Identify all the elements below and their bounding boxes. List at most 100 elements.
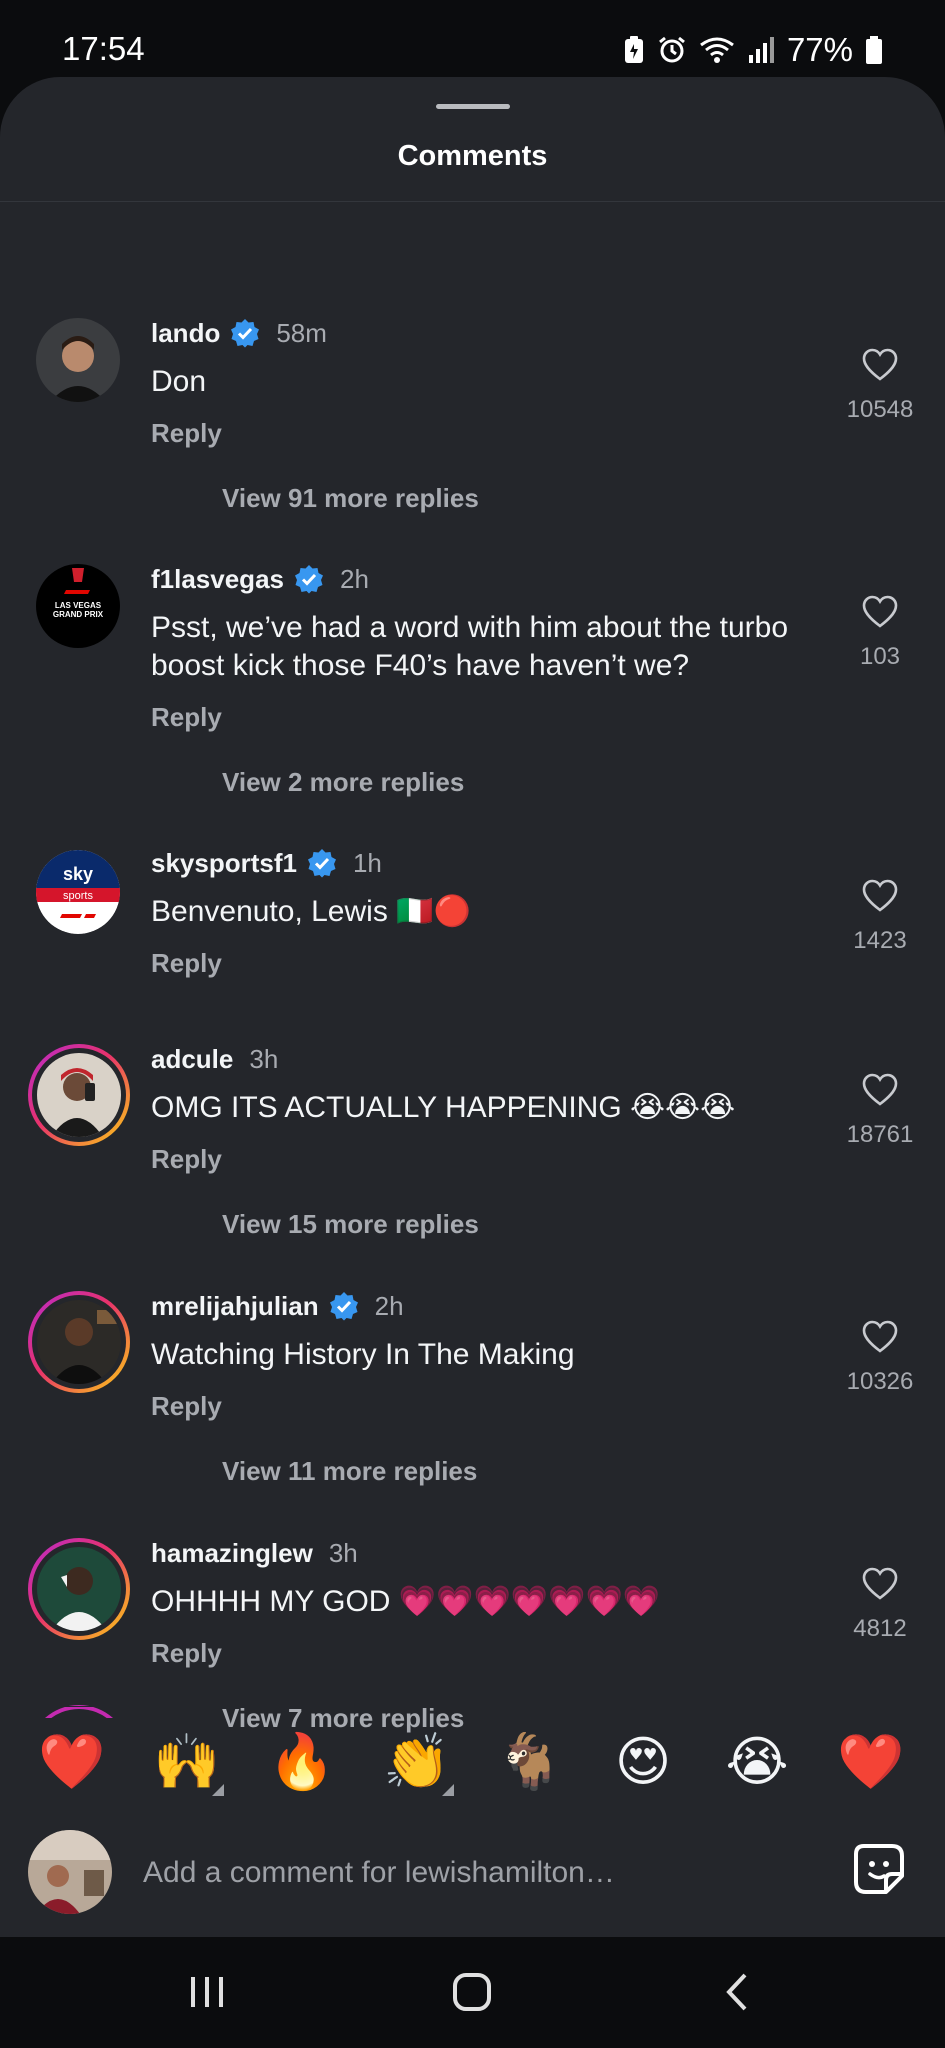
comment-header: lando 58m [151,316,327,350]
like-button[interactable]: 10548 [830,348,930,424]
reaction-fire[interactable]: 🔥 [257,1712,347,1812]
comment-time: 3h [328,1537,358,1568]
avatar-text-bottom: sports [63,890,93,902]
comment-username[interactable]: hamazinglew [151,1538,313,1569]
reply-button[interactable]: Reply [151,702,222,733]
like-button[interactable]: 4812 [830,1567,930,1643]
system-nav-bar [0,1937,945,2048]
reply-button[interactable]: Reply [151,948,222,979]
status-time: 17:54 [62,30,145,67]
comment-text: Don [151,365,207,398]
recent-apps-icon[interactable] [177,1967,237,2017]
quick-reactions: ❤️ 🙌 🔥 👏 🐐 😍 😭 ❤️ [0,1712,945,1812]
reaction-heart[interactable]: ❤️ [27,1712,117,1812]
avatar-text-top: sky [63,864,93,884]
comment-time: 2h [339,563,369,594]
comment-input[interactable] [143,1848,793,1898]
avatar [37,1053,121,1137]
comment-username[interactable]: lando [151,318,220,349]
avatar-story-ring[interactable] [28,1291,130,1393]
avatar-story-ring[interactable] [28,1044,130,1146]
comment-header: skysportsf1 1h [151,846,382,880]
avatar[interactable]: sky sports [36,850,120,934]
verified-badge-icon [307,849,336,878]
avatar[interactable]: LAS VEGAS GRAND PRIX [36,564,120,648]
comment-time: 2h [374,1290,404,1321]
verified-badge-icon [294,565,323,594]
like-button[interactable]: 10326 [830,1320,930,1396]
view-more-replies[interactable]: View 11 more replies [222,1456,477,1487]
reaction-raised-hands[interactable]: 🙌 [142,1712,232,1812]
battery-saver-icon [624,36,643,63]
comment-username[interactable]: mrelijahjulian [151,1291,319,1322]
avatar-story-ring[interactable] [28,1538,130,1640]
comment-header: mrelijahjulian 2h [151,1289,404,1323]
comment-text: Benvenuto, Lewis 🇮🇹🔴 [151,895,471,928]
like-count: 10548 [846,396,914,423]
verified-badge-icon [231,319,260,348]
reaction-goat[interactable]: 🐐 [485,1712,575,1812]
comment-text: Watching History In The Making [151,1338,575,1371]
my-avatar [28,1830,112,1914]
reaction-clap[interactable]: 👏 [372,1712,462,1812]
signal-icon [748,37,774,63]
divider [0,1706,945,1707]
comment-time: 1h [352,847,382,878]
avatar-text-bottom: GRAND PRIX [53,610,104,619]
wifi-icon [700,37,734,63]
comment-header: f1lasvegas 2h [151,562,369,596]
status-bar: 17:54 77% [0,0,945,80]
home-icon[interactable] [442,1967,502,2017]
back-icon[interactable] [707,1967,767,2017]
heart-icon [862,1320,898,1353]
sheet-title: Comments [397,140,548,172]
comment-text: Psst, we’ve had a word with him about th… [151,611,789,682]
heart-icon [862,1073,898,1106]
reply-button[interactable]: Reply [151,1144,222,1175]
view-more-replies[interactable]: View 91 more replies [222,483,479,514]
like-count: 103 [859,643,901,670]
comment-header: hamazinglew 3h [151,1536,358,1570]
avatar-text-top: LAS VEGAS [55,601,102,610]
alarm-icon [659,36,685,63]
like-button[interactable]: 103 [830,595,930,671]
battery-percent: 77% [786,31,853,68]
reaction-heart-eyes[interactable]: 😍 [598,1712,688,1812]
view-more-replies[interactable]: View 15 more replies [222,1209,479,1240]
comment-username[interactable]: skysportsf1 [151,848,297,879]
comment-header: adcule 3h [151,1042,278,1076]
heart-icon [862,595,898,628]
reaction-crying[interactable]: 😭 [712,1712,802,1812]
reaction-red-heart[interactable]: ❤️ [826,1712,916,1812]
comment-text: OMG ITS ACTUALLY HAPPENING 😭😭😭 [151,1091,736,1124]
sticker-icon[interactable] [850,1840,910,1900]
verified-badge-icon [329,1292,358,1321]
comment-username[interactable]: adcule [151,1044,233,1075]
like-count: 4812 [853,1615,907,1642]
reply-button[interactable]: Reply [151,418,222,449]
comments-sheet: Comments lando 58m Don Reply 10548 View … [0,77,945,1937]
avatar[interactable] [36,318,120,402]
heart-icon [862,879,898,912]
comment-time: 3h [249,1043,279,1074]
view-more-replies[interactable]: View 2 more replies [222,767,464,798]
reply-button[interactable]: Reply [151,1391,222,1422]
clap-emoji: 👏 [383,1732,451,1792]
like-button[interactable]: 1423 [830,879,930,955]
avatar [37,1547,121,1631]
like-count: 1423 [853,927,907,954]
comment-time: 58m [276,317,327,348]
status-icons: 77% [623,30,883,70]
battery-icon [866,36,882,64]
variant-indicator [212,1784,224,1796]
comment-username[interactable]: f1lasvegas [151,564,284,595]
variant-indicator [442,1784,454,1796]
drag-handle[interactable] [436,104,510,109]
like-count: 18761 [846,1121,914,1148]
comment-composer [0,1816,945,1937]
heart-icon [862,348,898,381]
like-button[interactable]: 18761 [830,1073,930,1149]
raised-hands-emoji: 🙌 [153,1732,221,1792]
divider [0,201,945,202]
reply-button[interactable]: Reply [151,1638,222,1669]
